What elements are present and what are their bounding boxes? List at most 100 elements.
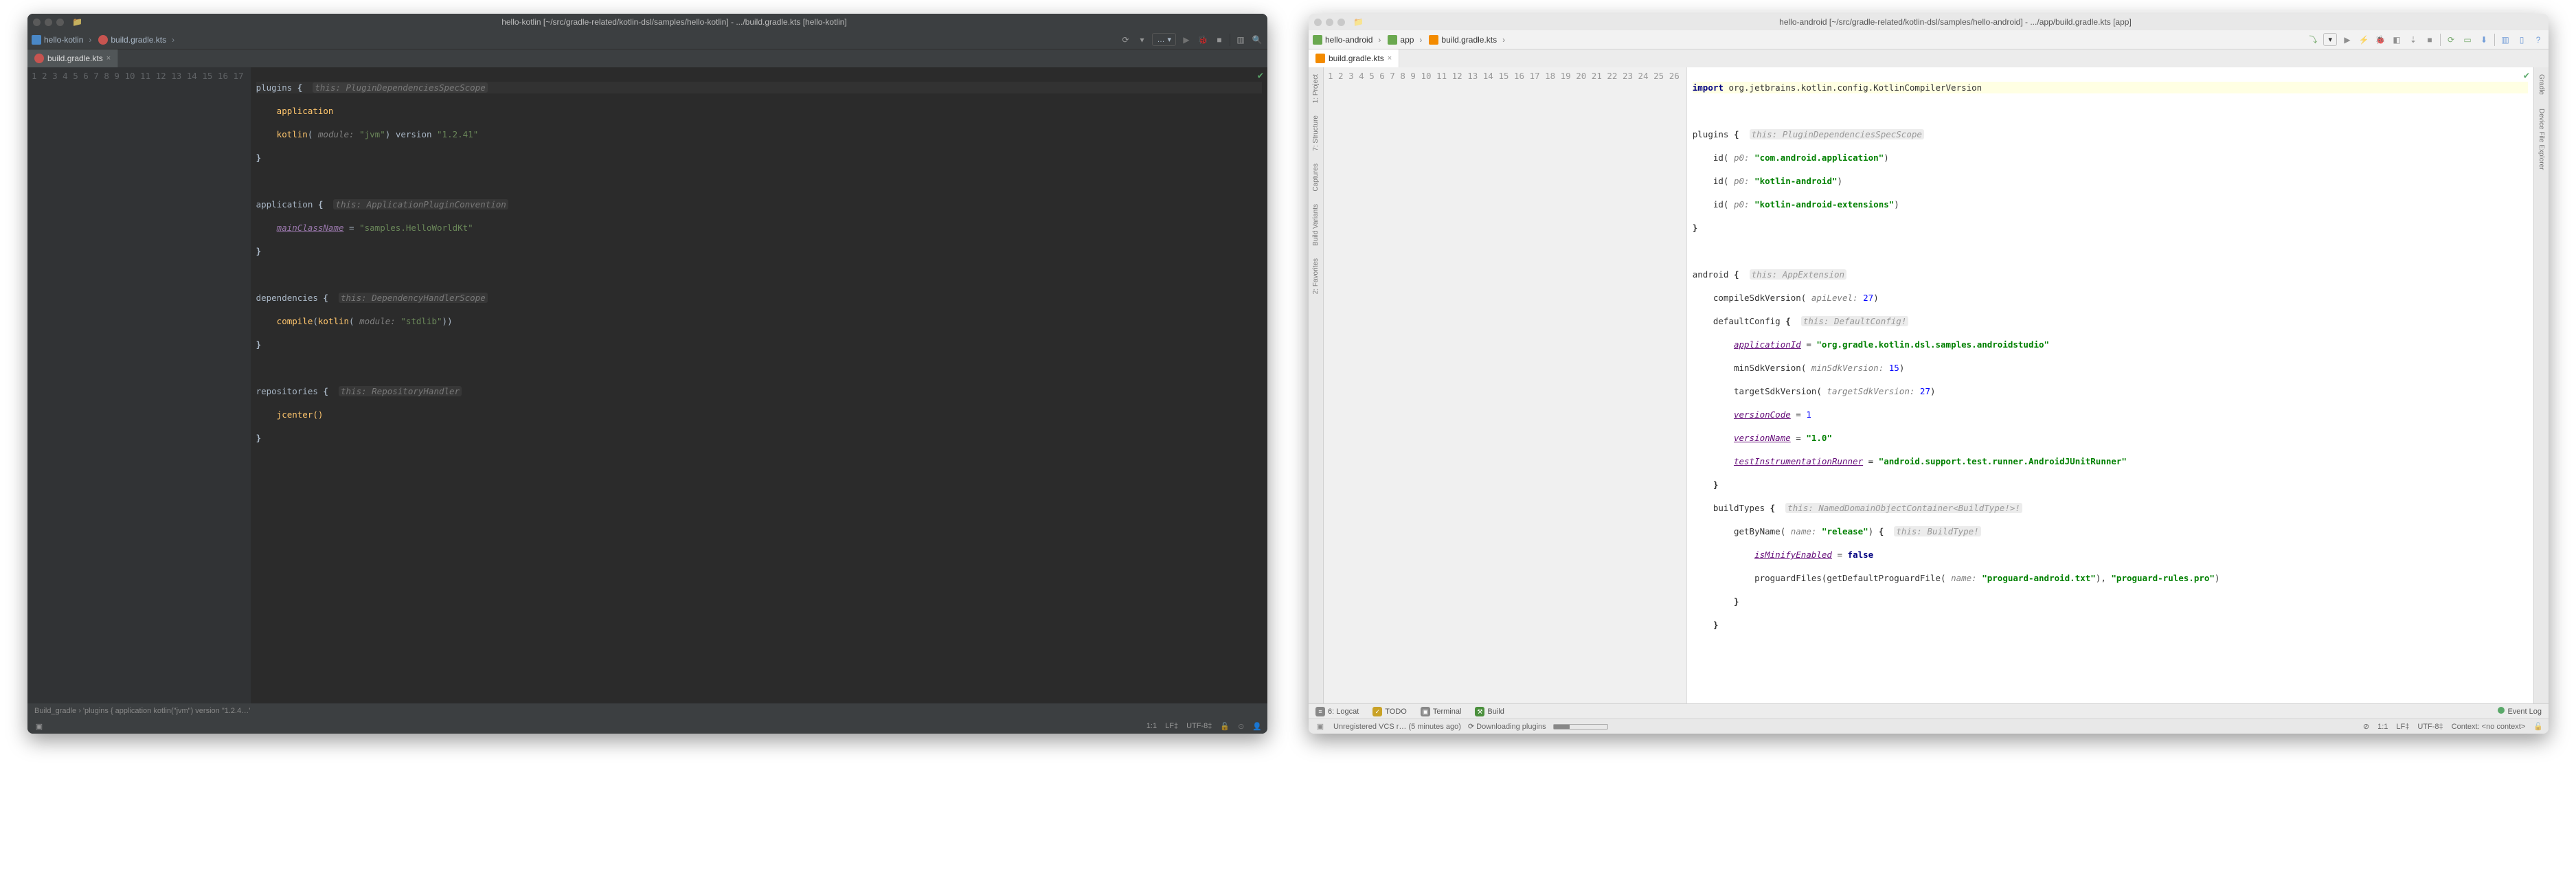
tool-captures[interactable]: Captures	[1312, 163, 1320, 192]
file-encoding[interactable]: UTF-8‡	[2417, 723, 2443, 731]
goto-icon[interactable]: ⊙	[1238, 722, 1244, 731]
tool-favorites[interactable]: 2: Favorites	[1312, 258, 1320, 294]
notification-icon[interactable]: ⊘	[2363, 722, 2369, 731]
breadcrumb-file[interactable]: build.gradle.kts	[1429, 35, 1508, 45]
run-config-dropdown[interactable]: ▾	[2323, 33, 2337, 46]
tool-terminal[interactable]: ▣Terminal	[1421, 707, 1462, 716]
debug-icon[interactable]: 🐞	[1197, 34, 1209, 46]
toolwindow-toggle-icon[interactable]: ▣	[33, 720, 45, 732]
window-title: hello-kotlin [~/src/gradle-related/kotli…	[87, 17, 1262, 27]
code-editor[interactable]: 1 2 3 4 5 6 7 8 9 10 11 12 13 14 15 16 1…	[27, 67, 1267, 703]
line-ending[interactable]: LF‡	[1165, 722, 1178, 730]
zoom-dot[interactable]	[56, 19, 64, 26]
breadcrumb-file[interactable]: build.gradle.kts	[98, 35, 177, 45]
attach-debugger-icon[interactable]: ⇣	[2407, 34, 2419, 46]
vcs-status[interactable]: Unregistered VCS r… (5 minutes ago)	[1333, 723, 1461, 731]
profiler-icon[interactable]: ◧	[2391, 34, 2403, 46]
status-bar: ▣ 1:1 LF‡ UTF-8‡ 🔓 ⊙ 👤	[27, 719, 1267, 734]
caret-position[interactable]: 1:1	[2377, 723, 2388, 731]
progress-bar	[1553, 724, 1608, 730]
line-gutter: 1 2 3 4 5 6 7 8 9 10 11 12 13 14 15 16 1…	[27, 67, 251, 703]
layout-icon[interactable]: ▥	[2499, 34, 2511, 46]
run-icon[interactable]: ▶	[1180, 34, 1193, 46]
navigation-bar: hello-kotlin build.gradle.kts ⟳ ▾ … ▾ ▶ …	[27, 30, 1267, 49]
code-editor[interactable]: 1 2 3 4 5 6 7 8 9 10 11 12 13 14 15 16 1…	[1324, 67, 2533, 703]
line-ending[interactable]: LF‡	[2396, 723, 2409, 731]
folder-icon: 📁	[72, 17, 82, 27]
gradle-kotlin-icon	[34, 54, 44, 63]
close-icon[interactable]: ×	[1388, 54, 1392, 63]
inspection-ok-icon[interactable]: ✔	[1258, 70, 1263, 82]
minimize-dot[interactable]	[45, 19, 52, 26]
navigation-bar: hello-android app build.gradle.kts ⤵ ▾ ▶…	[1309, 30, 2549, 49]
file-encoding[interactable]: UTF-8‡	[1186, 722, 1212, 730]
device-icon[interactable]: ▯	[2516, 34, 2528, 46]
close-icon[interactable]: ×	[106, 54, 111, 63]
hammer-down-icon[interactable]: ▾	[1136, 34, 1148, 46]
tool-device-explorer[interactable]: Device File Explorer	[2538, 109, 2545, 170]
lock-icon[interactable]: 🔓	[1220, 722, 1230, 731]
android-studio-window: 📁 hello-android [~/src/gradle-related/ko…	[1309, 14, 2549, 734]
tool-todo[interactable]: ✓TODO	[1372, 707, 1407, 716]
run-icon[interactable]: ▶	[2341, 34, 2353, 46]
caret-position[interactable]: 1:1	[1146, 722, 1157, 730]
stop-icon[interactable]: ■	[2424, 34, 2436, 46]
run-config-dropdown[interactable]: … ▾	[1152, 33, 1176, 46]
breadcrumb-project[interactable]: hello-android	[1313, 35, 1383, 45]
sdk-manager-icon[interactable]: ⬇	[2478, 34, 2490, 46]
code-breadcrumb[interactable]: Build_gradle › 'plugins { application ko…	[27, 703, 1267, 719]
line-gutter: 1 2 3 4 5 6 7 8 9 10 11 12 13 14 15 16 1…	[1324, 67, 1687, 703]
sync-icon[interactable]: ⟳	[1119, 34, 1131, 46]
tool-project[interactable]: 1: Project	[1312, 74, 1320, 103]
code-area[interactable]: plugins { this: PluginDependenciesSpecSc…	[251, 67, 1267, 703]
editor-tabs: build.gradle.kts ×	[1309, 49, 2549, 67]
tab-build-gradle[interactable]: build.gradle.kts ×	[1309, 49, 1399, 67]
titlebar[interactable]: 📁 hello-kotlin [~/src/gradle-related/kot…	[27, 14, 1267, 30]
main-toolbar: ⟳ ▾ … ▾ ▶ 🐞 ■ ▥ 🔍	[1119, 33, 1263, 46]
status-bar: ▣ Unregistered VCS r… (5 minutes ago) ⟳ …	[1309, 719, 2549, 734]
layout-icon[interactable]: ▥	[1234, 34, 1247, 46]
close-dot[interactable]	[33, 19, 41, 26]
gradle-kotlin-icon	[1429, 35, 1438, 45]
gradle-kotlin-icon	[1315, 54, 1325, 63]
traffic-lights[interactable]	[1314, 19, 1345, 26]
code-area[interactable]: import org.jetbrains.kotlin.config.Kotli…	[1687, 67, 2533, 703]
module-icon	[1388, 35, 1397, 45]
background-task[interactable]: ⟳ Downloading plugins	[1468, 722, 1546, 731]
lock-icon[interactable]: 🔓	[2533, 722, 2543, 731]
hector-icon[interactable]: 👤	[1252, 722, 1262, 731]
window-title: hello-android [~/src/gradle-related/kotl…	[1368, 17, 2543, 27]
intellij-window: 📁 hello-kotlin [~/src/gradle-related/kot…	[27, 14, 1267, 734]
main-toolbar: ⤵ ▾ ▶ ⚡ 🐞 ◧ ⇣ ■ ⟳ ▭ ⬇ ▥ ▯ ?	[2307, 33, 2544, 46]
tab-build-gradle[interactable]: build.gradle.kts ×	[27, 49, 118, 67]
close-dot[interactable]	[1314, 19, 1322, 26]
tool-event-log[interactable]: Event Log	[2498, 707, 2542, 716]
tool-logcat[interactable]: ≡6: Logcat	[1315, 707, 1359, 716]
help-icon[interactable]: ?	[2532, 34, 2544, 46]
breadcrumb-project[interactable]: hello-kotlin	[32, 35, 94, 45]
traffic-lights[interactable]	[33, 19, 64, 26]
zoom-dot[interactable]	[1337, 19, 1345, 26]
sync-gradle-icon[interactable]: ⟳	[2445, 34, 2457, 46]
folder-icon: 📁	[1353, 17, 1364, 27]
apply-changes-icon[interactable]: ⚡	[2358, 34, 2370, 46]
folder-icon	[1313, 35, 1322, 45]
tool-build-variants[interactable]: Build Variants	[1312, 204, 1320, 246]
minimize-dot[interactable]	[1326, 19, 1333, 26]
context-widget[interactable]: Context: <no context>	[2452, 723, 2526, 731]
tool-structure[interactable]: 7: Structure	[1312, 115, 1320, 151]
editor-tabs: build.gradle.kts ×	[27, 49, 1267, 67]
right-tool-strip: Gradle Device File Explorer	[2533, 67, 2549, 703]
avd-manager-icon[interactable]: ▭	[2461, 34, 2474, 46]
inspection-ok-icon[interactable]: ✔	[2524, 70, 2529, 82]
titlebar[interactable]: 📁 hello-android [~/src/gradle-related/ko…	[1309, 14, 2549, 30]
debug-icon[interactable]: 🐞	[2374, 34, 2386, 46]
tool-gradle[interactable]: Gradle	[2538, 74, 2545, 95]
bottom-tool-strip: ≡6: Logcat ✓TODO ▣Terminal ⚒Build Event …	[1309, 703, 2549, 719]
tool-build[interactable]: ⚒Build	[1475, 707, 1504, 716]
search-icon[interactable]: 🔍	[1251, 34, 1263, 46]
hammer-icon[interactable]: ⤵	[2307, 34, 2319, 46]
stop-icon[interactable]: ■	[1213, 34, 1225, 46]
breadcrumb-module[interactable]: app	[1388, 35, 1425, 45]
toolwindow-toggle-icon[interactable]: ▣	[1314, 721, 1326, 733]
